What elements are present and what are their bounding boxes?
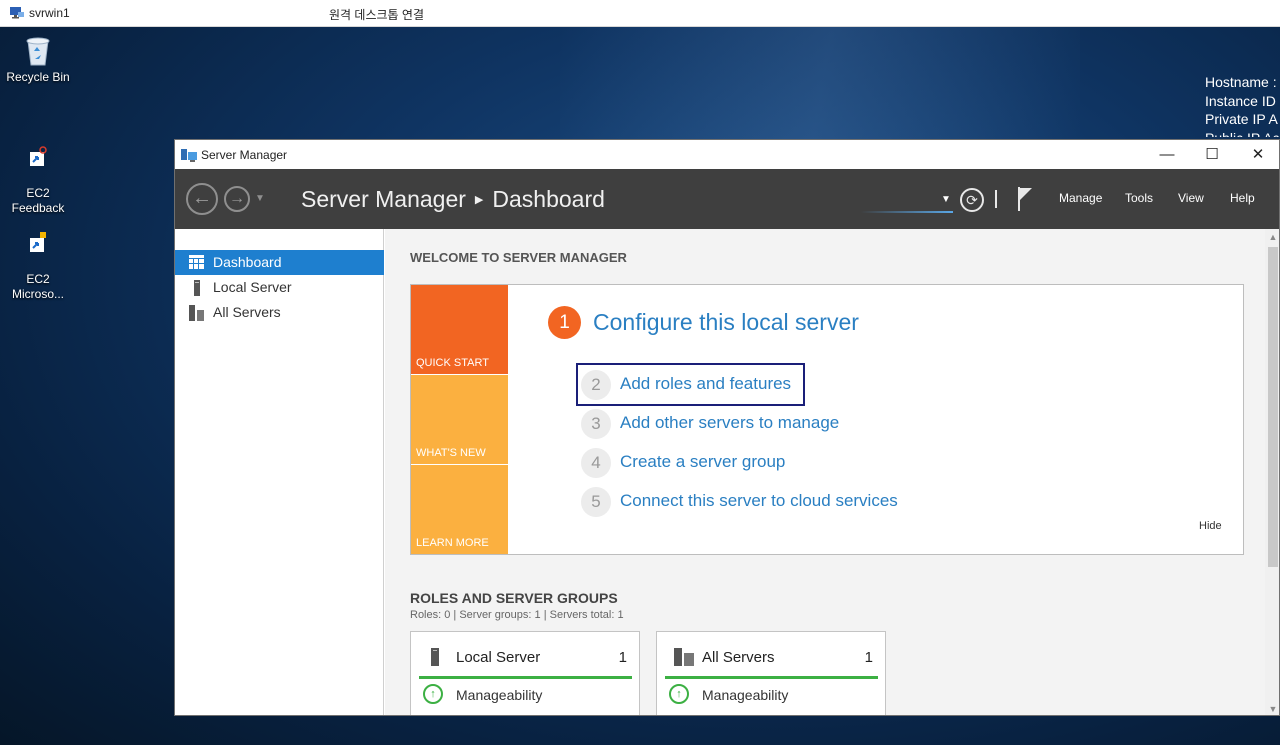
shortcut-icon [30,232,46,252]
desktop-icon-label: EC2 Microso... [11,272,64,301]
scroll-up-icon[interactable]: ▲ [1265,229,1279,245]
menu-tools[interactable]: Tools [1125,191,1153,205]
step-number: 2 [581,370,611,400]
servers-icon [674,648,694,666]
sidebar: Dashboard Local Server All Servers [175,229,384,715]
back-arrow-icon[interactable]: ← [186,183,218,215]
up-arrow-status-icon: ↑ [423,684,443,704]
chevron-down-icon[interactable]: ▼ [255,193,265,204]
desktop-icon-recycle-bin[interactable]: Recycle Bin [3,33,73,85]
create-server-group-link[interactable]: Create a server group [620,452,785,472]
forward-arrow-icon[interactable]: → [224,186,250,212]
add-roles-link[interactable]: Add roles and features [620,374,791,394]
desktop-icon-label: EC2 Feedback [11,186,65,215]
menu-help[interactable]: Help [1230,191,1255,205]
rdp-host-name: svrwin1 [29,6,70,20]
recycle-bin-icon [26,37,50,66]
add-servers-link[interactable]: Add other servers to manage [620,413,839,433]
connect-cloud-link[interactable]: Connect this server to cloud services [620,491,898,511]
rdp-title-bar: svrwin1 원격 데스크톱 연결 [0,0,1280,27]
desktop-icon-ec2-feedback[interactable]: EC2 Feedback [3,131,73,216]
vertical-scrollbar[interactable]: ▲ ▼ [1265,229,1279,715]
servers-icon [189,305,204,321]
sidebar-item-dashboard[interactable]: Dashboard [175,250,384,275]
hide-link[interactable]: Hide [1199,520,1222,532]
remote-desktop-icon [10,7,24,19]
step-number: 4 [581,448,611,478]
card-title: All Servers [702,649,775,666]
server-manager-icon [181,149,197,162]
notification-flag-icon[interactable] [1017,187,1033,211]
roles-title: ROLES AND SERVER GROUPS [410,590,618,606]
breadcrumb: Server Manager ▶ Dashboard [301,186,605,213]
card-count: 1 [864,649,873,666]
sidebar-item-local-server[interactable]: Local Server [175,275,384,300]
tile-whats-new[interactable]: WHAT'S NEW [411,375,508,464]
window-title-bar[interactable]: Server Manager — ☐ ✕ [175,140,1279,169]
server-manager-window: Server Manager — ☐ ✕ ← → ▼ Server Manage… [174,139,1280,716]
desktop-icon-ec2-microsoft[interactable]: EC2 Microso... [3,217,73,302]
welcome-title: WELCOME TO SERVER MANAGER [410,250,627,265]
refresh-icon[interactable]: ⟳ [960,188,984,212]
configure-local-server-link[interactable]: Configure this local server [593,309,859,336]
tile-quick-start[interactable]: QUICK START [411,285,508,374]
minimize-button[interactable]: — [1144,140,1190,169]
breadcrumb-page: Dashboard [492,186,605,212]
dashboard-grid-icon [189,255,204,269]
up-arrow-status-icon: ↑ [669,684,689,704]
sidebar-item-all-servers[interactable]: All Servers [175,300,384,325]
server-icon [194,280,200,296]
breadcrumb-separator-icon: ▶ [474,194,484,206]
manageability-link[interactable]: Manageability [702,687,788,703]
roles-summary: Roles: 0 | Server groups: 1 | Servers to… [410,609,624,621]
server-card-local[interactable]: Local Server 1 ↑ Manageability [410,631,640,715]
server-card-all[interactable]: All Servers 1 ↑ Manageability [656,631,886,715]
scroll-thumb[interactable] [1268,247,1278,567]
menu-view[interactable]: View [1178,191,1204,205]
step-number: 3 [581,409,611,439]
scroll-down-icon[interactable]: ▼ [1265,701,1279,715]
manageability-link[interactable]: Manageability [456,687,542,703]
shortcut-icon [30,146,47,166]
chevron-down-icon[interactable]: ▼ [941,194,951,205]
step-1-number: 1 [548,306,581,339]
rdp-window-title: 원격 데스크톱 연결 [329,8,424,22]
breadcrumb-app[interactable]: Server Manager [301,186,466,212]
maximize-button[interactable]: ☐ [1189,140,1235,169]
header-bar: ← → ▼ Server Manager ▶ Dashboard ▼ ⟳ Manag… [175,169,1279,229]
window-title: Server Manager [201,148,288,162]
card-count: 1 [618,649,627,666]
server-icon [431,648,439,666]
welcome-panel: QUICK START WHAT'S NEW LEARN MORE 1 Conf… [410,284,1244,555]
main-content: WELCOME TO SERVER MANAGER QUICK START WH… [385,229,1265,715]
sidebar-item-label: Local Server [213,279,292,295]
step-number: 5 [581,487,611,517]
desktop-icon-label: Recycle Bin [6,70,70,84]
close-button[interactable]: ✕ [1235,140,1279,169]
instance-info: Hostname : Instance ID Private IP A Publ… [1205,74,1279,137]
card-title: Local Server [456,649,541,666]
menu-manage[interactable]: Manage [1059,191,1102,205]
sidebar-item-label: Dashboard [213,254,282,270]
sidebar-item-label: All Servers [213,304,281,320]
tile-learn-more[interactable]: LEARN MORE [411,465,508,554]
